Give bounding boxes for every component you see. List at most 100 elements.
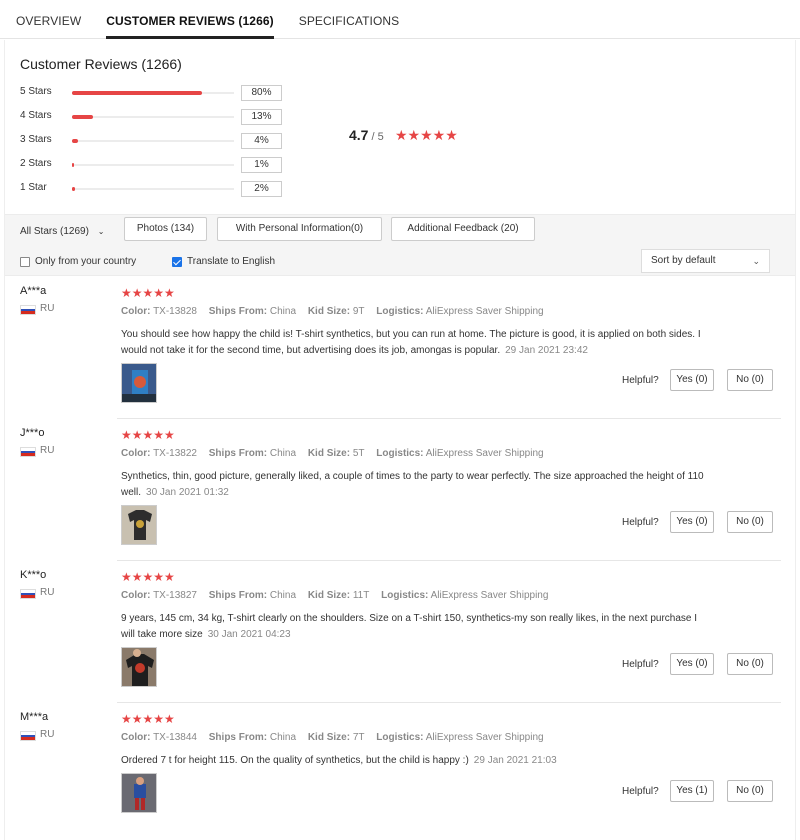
all-stars-dropdown[interactable]: All Stars (1269) ⌄ — [20, 226, 104, 237]
helpful-no-button[interactable]: No (0) — [727, 780, 773, 802]
rating-row-2[interactable]: 2 Stars 1% — [20, 157, 282, 173]
review-stars-icon: ★★★★★ — [121, 712, 175, 726]
rating-percent: 80% — [241, 85, 282, 101]
review-stars-icon: ★★★★★ — [121, 570, 175, 584]
logistics-value: AliExpress Saver Shipping — [425, 732, 544, 743]
helpful-no-button[interactable]: No (0) — [727, 511, 773, 533]
reviews-title: Customer Reviews (1266) — [20, 56, 182, 72]
review-meta: Color: TX-13822 Ships From: China Kid Si… — [121, 448, 553, 459]
reviewer-name: K***o — [20, 569, 47, 581]
ships-from-value: China — [269, 732, 297, 743]
color-value: TX-13822 — [153, 448, 197, 459]
rating-label: 5 Stars — [20, 86, 52, 97]
average-rating: 4.7 / 5 — [349, 127, 384, 143]
all-stars-label: All Stars (1269) — [20, 226, 89, 237]
review-item: K***o RU ★★★★★ Color: TX-13827 Ships Fro… — [5, 561, 795, 703]
translate-checkbox[interactable]: Translate to English — [172, 256, 275, 267]
review-photo-thumbnail[interactable] — [121, 363, 157, 403]
reviewer-country: RU — [40, 445, 55, 456]
helpful-label: Helpful? — [622, 786, 659, 797]
rating-row-1[interactable]: 1 Star 2% — [20, 181, 282, 197]
color-label: Color: — [121, 306, 151, 317]
review-text: You should see how happy the child is! T… — [121, 327, 711, 359]
rating-row-5[interactable]: 5 Stars 80% — [20, 85, 282, 101]
ships-from-value: China — [269, 306, 297, 317]
review-meta: Color: TX-13844 Ships From: China Kid Si… — [121, 732, 553, 743]
reviewer-name: J***o — [20, 427, 45, 439]
reviewer-country: RU — [40, 587, 55, 598]
reviewer-country: RU — [40, 729, 55, 740]
ships-from-label: Ships From: — [208, 590, 268, 601]
review-item: J***o RU ★★★★★ Color: TX-13822 Ships Fro… — [5, 419, 795, 561]
helpful-label: Helpful? — [622, 659, 659, 670]
review-stars-icon: ★★★★★ — [121, 286, 175, 300]
rating-label: 2 Stars — [20, 158, 52, 169]
helpful-yes-button[interactable]: Yes (0) — [670, 369, 714, 391]
logistics-value: AliExpress Saver Shipping — [430, 590, 549, 601]
helpful-no-button[interactable]: No (0) — [727, 369, 773, 391]
color-value: TX-13844 — [153, 732, 197, 743]
rating-bar-fill — [72, 187, 76, 191]
rating-percent: 1% — [241, 157, 282, 173]
reviewer-name: M***a — [20, 711, 49, 723]
review-item: M***a RU ★★★★★ Color: TX-13844 Ships Fro… — [5, 703, 795, 831]
logistics-value: AliExpress Saver Shipping — [425, 306, 544, 317]
review-date: 29 Jan 2021 23:42 — [505, 345, 588, 356]
review-photo-thumbnail[interactable] — [121, 647, 157, 687]
review-item: A***a RU ★★★★★ Color: TX-13828 Ships Fro… — [5, 277, 795, 419]
rating-bar-fill — [72, 163, 75, 167]
review-photo-thumbnail[interactable] — [121, 505, 157, 545]
rating-bar-fill — [72, 91, 202, 95]
russia-flag-icon — [20, 305, 36, 315]
rating-row-3[interactable]: 3 Stars 4% — [20, 133, 282, 149]
ships-from-label: Ships From: — [208, 448, 268, 459]
kid-size-label: Kid Size: — [307, 732, 351, 743]
logistics-label: Logistics: — [376, 306, 424, 317]
kid-size-label: Kid Size: — [307, 448, 351, 459]
tab-bar: OVERVIEW CUSTOMER REVIEWS (1266) SPECIFI… — [0, 0, 800, 39]
helpful-yes-button[interactable]: Yes (0) — [670, 653, 714, 675]
russia-flag-icon — [20, 589, 36, 599]
helpful-no-button[interactable]: No (0) — [727, 653, 773, 675]
helpful-yes-button[interactable]: Yes (0) — [670, 511, 714, 533]
rating-label: 1 Star — [20, 182, 47, 193]
average-rating-scale: / 5 — [371, 131, 384, 143]
rating-percent: 2% — [241, 181, 282, 197]
checkbox-checked-icon — [172, 256, 182, 267]
rating-bar-fill — [72, 139, 79, 143]
only-country-checkbox[interactable]: Only from your country — [20, 256, 136, 267]
review-photo-thumbnail[interactable] — [121, 773, 157, 813]
photos-filter-button[interactable]: Photos (134) — [124, 217, 207, 241]
logistics-value: AliExpress Saver Shipping — [425, 448, 544, 459]
color-value: TX-13827 — [153, 590, 197, 601]
ships-from-label: Ships From: — [208, 306, 268, 317]
color-label: Color: — [121, 732, 151, 743]
tab-overview[interactable]: OVERVIEW — [16, 0, 81, 39]
additional-feedback-filter-button[interactable]: Additional Feedback (20) — [391, 217, 535, 241]
review-date: 30 Jan 2021 04:23 — [207, 629, 291, 640]
ships-from-value: China — [269, 590, 297, 601]
helpful-yes-button[interactable]: Yes (1) — [670, 780, 714, 802]
reviewer-country: RU — [40, 303, 55, 314]
rating-bar-fill — [72, 115, 94, 119]
ships-from-label: Ships From: — [208, 732, 268, 743]
color-label: Color: — [121, 590, 151, 601]
personal-info-filter-button[interactable]: With Personal Information(0) — [217, 217, 382, 241]
rating-percent: 4% — [241, 133, 282, 149]
review-text: Synthetics, thin, good picture, generall… — [121, 469, 711, 501]
kid-size-value: 11T — [352, 590, 370, 601]
kid-size-label: Kid Size: — [307, 590, 351, 601]
rating-row-4[interactable]: 4 Stars 13% — [20, 109, 282, 125]
logistics-label: Logistics: — [381, 590, 429, 601]
sort-dropdown[interactable]: Sort by default ⌄ — [641, 249, 770, 273]
rating-percent: 13% — [241, 109, 282, 125]
chevron-down-icon: ⌄ — [97, 227, 105, 236]
tab-customer-reviews[interactable]: CUSTOMER REVIEWS (1266) — [106, 0, 274, 39]
tab-specifications[interactable]: SPECIFICATIONS — [299, 0, 400, 39]
kid-size-label: Kid Size: — [307, 306, 351, 317]
kid-size-value: 5T — [352, 448, 365, 459]
rating-bar — [72, 115, 234, 119]
kid-size-value: 9T — [352, 306, 365, 317]
review-text: 9 years, 145 cm, 34 kg, T-shirt clearly … — [121, 611, 711, 643]
sort-label: Sort by default — [651, 255, 716, 266]
